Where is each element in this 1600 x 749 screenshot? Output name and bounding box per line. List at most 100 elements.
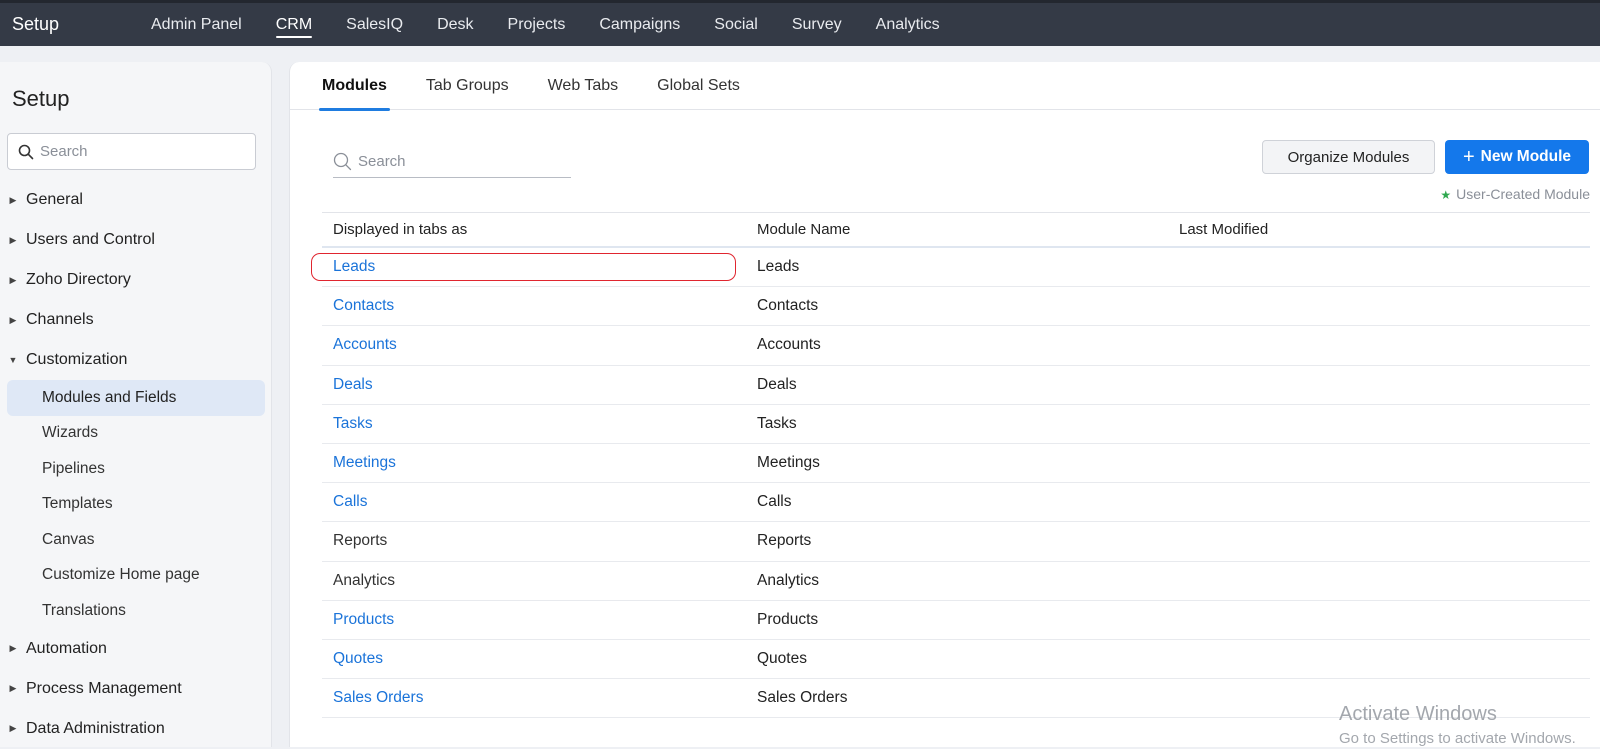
- top-nav-campaigns[interactable]: Campaigns: [582, 3, 697, 46]
- tab-tab-groups[interactable]: Tab Groups: [426, 62, 509, 110]
- sidebar-item-templates[interactable]: Templates: [0, 487, 272, 523]
- module-name-cell: Analytics: [757, 571, 820, 589]
- module-tab-link-sales-orders[interactable]: Sales Orders: [333, 689, 423, 706]
- caret-right-icon: ▶: [9, 683, 17, 693]
- tab-name-cell: Quotes: [322, 650, 746, 668]
- main-panel: Modules Tab Groups Web Tabs Global Sets Org…: [289, 62, 1600, 747]
- table-row: Reports Reports: [322, 522, 1590, 562]
- module-name-cell: Calls: [757, 493, 792, 511]
- new-module-label: New Module: [1480, 148, 1572, 165]
- column-header-module-name: Module Name: [757, 221, 851, 238]
- sidebar-section-channels[interactable]: ▶ Channels: [0, 300, 272, 340]
- module-tab-link-reports: Reports: [333, 532, 388, 550]
- top-nav-admin-panel[interactable]: Admin Panel: [134, 3, 259, 46]
- module-search[interactable]: [333, 146, 571, 178]
- tab-web-tabs[interactable]: Web Tabs: [548, 62, 619, 110]
- modules-table: Displayed in tabs as Module Name Last Mo…: [311, 212, 1590, 719]
- table-row: Leads Leads: [311, 248, 1590, 288]
- caret-right-icon: ▶: [9, 723, 17, 733]
- sidebar-section-label: Zoho Directory: [26, 271, 131, 288]
- top-bar: Setup Admin Panel CRM SalesIQ Desk Projects C…: [0, 0, 1600, 46]
- tab-name-cell: Analytics: [322, 572, 746, 590]
- sidebar-nav: ▶ General ▶ Users and Control ▶ Zoho Director…: [0, 180, 272, 749]
- tab-name-cell: Sales Orders: [322, 689, 746, 707]
- new-module-button[interactable]: + New Module: [1445, 140, 1589, 174]
- search-icon: [333, 152, 352, 171]
- sidebar-item-translations[interactable]: Translations: [0, 593, 272, 629]
- sidebar-section-automation[interactable]: ▶ Automation: [0, 629, 272, 669]
- sidebar-section-zoho-directory[interactable]: ▶ Zoho Directory: [0, 260, 272, 300]
- module-name-cell: Meetings: [757, 454, 820, 472]
- sidebar-item-pipelines[interactable]: Pipelines: [0, 451, 272, 487]
- tab-name-cell: Meetings: [322, 454, 746, 472]
- tab-global-sets[interactable]: Global Sets: [657, 62, 740, 110]
- tab-name-cell: Deals: [322, 376, 746, 394]
- table-header: Displayed in tabs as Module Name Last Mo…: [322, 212, 1590, 248]
- table-row: Analytics Analytics: [322, 562, 1590, 601]
- table-row: Products Products: [322, 601, 1590, 640]
- module-name-cell: Quotes: [757, 649, 807, 667]
- sidebar-search-input[interactable]: [40, 143, 240, 160]
- module-name-cell: Accounts: [757, 336, 821, 354]
- sidebar-section-label: General: [26, 191, 83, 208]
- sidebar-item-wizards[interactable]: Wizards: [0, 416, 272, 452]
- caret-right-icon: ▶: [9, 643, 17, 653]
- table-row: Deals Deals: [322, 366, 1590, 405]
- module-tab-link-calls[interactable]: Calls: [333, 493, 367, 510]
- sidebar-search[interactable]: [7, 133, 256, 170]
- watermark-line-2: Go to Settings to activate Windows.: [1339, 730, 1576, 747]
- module-tab-link-tasks[interactable]: Tasks: [333, 415, 373, 432]
- sidebar-item-canvas[interactable]: Canvas: [0, 522, 272, 558]
- plus-icon: +: [1462, 146, 1475, 168]
- top-nav-survey[interactable]: Survey: [775, 3, 859, 46]
- caret-down-icon: ▼: [8, 355, 18, 365]
- table-row: Contacts Contacts: [322, 287, 1590, 327]
- table-row: Tasks Tasks: [322, 405, 1590, 444]
- module-name-cell: Deals: [757, 375, 797, 393]
- module-name-cell: Leads: [757, 258, 800, 276]
- table-row: Calls Calls: [322, 483, 1590, 523]
- module-name-cell: Products: [757, 610, 819, 628]
- star-icon: ★: [1440, 188, 1452, 202]
- organize-modules-button[interactable]: Organize Modules: [1262, 140, 1435, 174]
- tab-name-cell: Leads: [322, 258, 746, 276]
- caret-right-icon: ▶: [9, 194, 17, 205]
- sidebar-section-customization[interactable]: ▼ Customization: [0, 340, 272, 380]
- top-nav-projects[interactable]: Projects: [491, 3, 583, 46]
- sidebar-section-users-and-control[interactable]: ▶ Users and Control: [0, 220, 272, 260]
- module-name-cell: Sales Orders: [757, 689, 848, 707]
- sidebar-section-general[interactable]: ▶ General: [0, 180, 272, 220]
- top-nav: Admin Panel CRM SalesIQ Desk Projects Campaig…: [134, 3, 957, 46]
- sidebar-section-process-management[interactable]: ▶ Process Management: [0, 669, 272, 709]
- search-icon: [18, 144, 34, 159]
- module-tab-link-leads[interactable]: Leads: [333, 258, 375, 275]
- table-body: Leads Leads Contacts Contacts Accounts Accoun…: [311, 248, 1590, 719]
- sidebar-item-modules-and-fields[interactable]: Modules and Fields: [7, 380, 265, 416]
- module-name-cell: Tasks: [757, 414, 797, 432]
- watermark-line-1: Activate Windows: [1339, 703, 1497, 725]
- table-row: Quotes Quotes: [322, 640, 1590, 680]
- tab-modules[interactable]: Modules: [319, 62, 390, 111]
- top-nav-crm[interactable]: CRM: [259, 3, 329, 46]
- sidebar-item-customize-home-page[interactable]: Customize Home page: [0, 558, 272, 594]
- sidebar-section-label: Data Administration: [26, 719, 165, 737]
- module-search-input[interactable]: [358, 153, 558, 170]
- top-nav-desk[interactable]: Desk: [420, 3, 490, 46]
- module-tab-link-accounts[interactable]: Accounts: [333, 336, 397, 353]
- module-tab-link-quotes[interactable]: Quotes: [333, 650, 383, 667]
- sidebar-section-data-administration[interactable]: ▶ Data Administration: [0, 709, 272, 749]
- sidebar-section-label: Channels: [26, 311, 94, 328]
- caret-right-icon: ▶: [9, 274, 17, 285]
- module-tab-link-deals[interactable]: Deals: [333, 376, 373, 393]
- module-tab-link-contacts[interactable]: Contacts: [333, 297, 394, 314]
- user-created-legend: ★ User-Created Module: [1420, 186, 1590, 202]
- module-tab-link-meetings[interactable]: Meetings: [333, 454, 396, 471]
- top-nav-social[interactable]: Social: [697, 3, 775, 46]
- top-nav-analytics[interactable]: Analytics: [859, 3, 957, 46]
- module-tab-link-analytics: Analytics: [333, 571, 396, 589]
- sidebar-title: Setup: [12, 86, 70, 111]
- table-row: Accounts Accounts: [322, 326, 1590, 366]
- module-tab-link-products[interactable]: Products: [333, 611, 394, 628]
- tab-name-cell: Contacts: [322, 297, 746, 315]
- top-nav-salesiq[interactable]: SalesIQ: [329, 3, 420, 46]
